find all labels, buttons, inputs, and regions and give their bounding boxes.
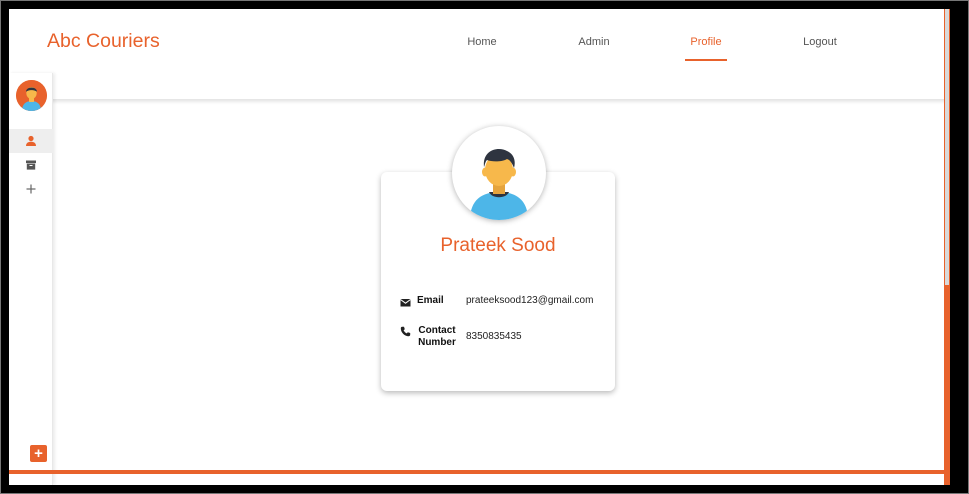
top-navbar: Abc Couriers Home Admin Profile Logout (9, 9, 950, 100)
scrollbar-thumb[interactable] (945, 9, 949, 285)
email-label: Email (417, 295, 444, 306)
bottom-accent-bar (9, 470, 950, 474)
user-avatar-icon (16, 80, 47, 111)
profile-avatar (452, 126, 546, 220)
sidebar: + (9, 73, 53, 485)
user-avatar-icon (470, 148, 528, 220)
nav-home[interactable]: Home (452, 36, 512, 48)
nav-admin[interactable]: Admin (564, 36, 624, 48)
sidebar-item-profile[interactable] (9, 129, 53, 153)
contact-label: Contact Number (417, 325, 457, 349)
nav-profile[interactable]: Profile (676, 36, 736, 48)
nav-logout[interactable]: Logout (790, 36, 850, 48)
nav-active-indicator (685, 59, 727, 61)
sidebar-item-archive[interactable] (9, 153, 53, 177)
email-value: prateeksood123@gmail.com (466, 295, 594, 306)
contact-label-line1: Contact (418, 325, 456, 336)
sidebar-avatar[interactable] (16, 80, 47, 111)
contact-label-line2: Number (418, 337, 456, 348)
person-icon (26, 135, 36, 146)
floating-add-button[interactable]: + (30, 445, 47, 462)
window-frame: Abc Couriers Home Admin Profile Logout +… (0, 0, 969, 494)
plus-icon (26, 184, 36, 194)
brand-title[interactable]: Abc Couriers (47, 30, 160, 53)
phone-icon (400, 324, 411, 342)
archive-icon (26, 160, 36, 170)
contact-value: 8350835435 (466, 331, 522, 342)
envelope-icon (400, 295, 411, 313)
app-viewport: Abc Couriers Home Admin Profile Logout +… (9, 9, 950, 485)
profile-name: Prateek Sood (440, 235, 556, 256)
sidebar-item-add[interactable] (9, 177, 53, 201)
